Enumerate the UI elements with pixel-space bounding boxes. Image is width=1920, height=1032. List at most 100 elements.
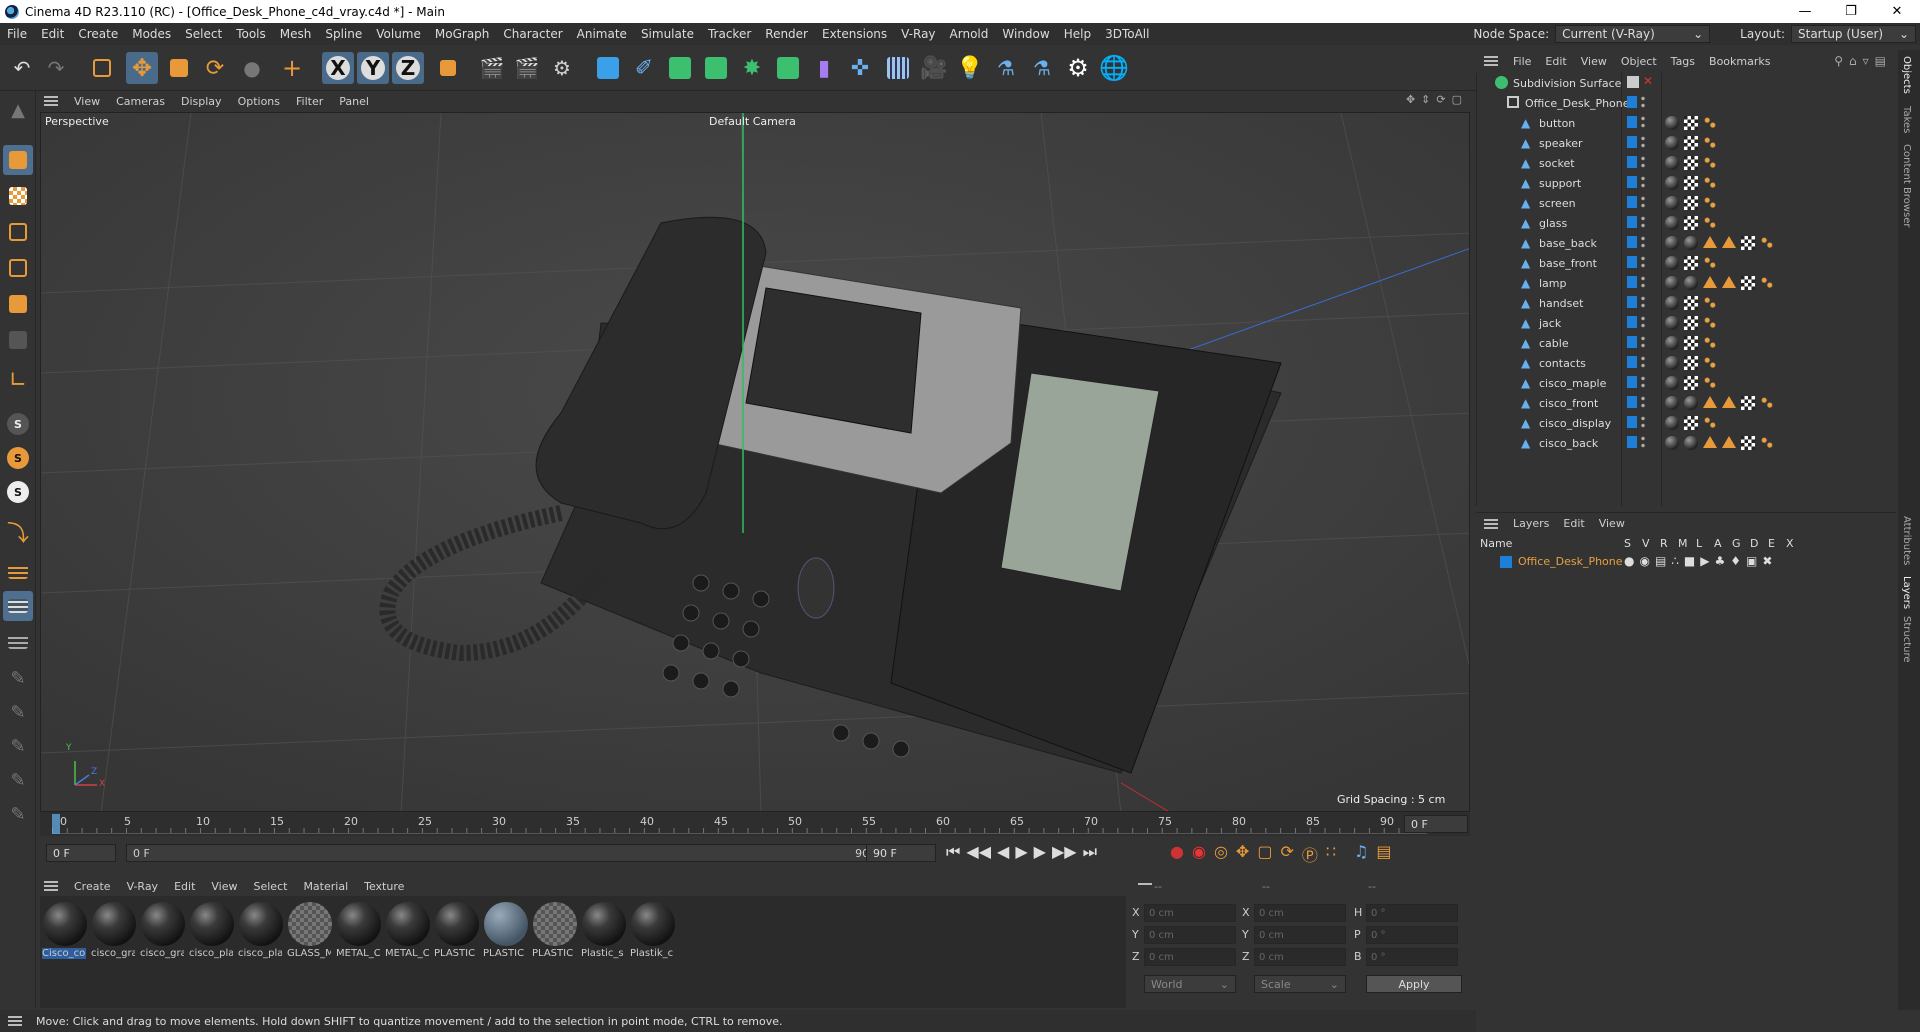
- snap-settings-button[interactable]: S: [3, 443, 33, 473]
- viewport-menu-display[interactable]: Display: [173, 95, 230, 108]
- uvw-tag-icon[interactable]: [1684, 216, 1698, 230]
- side-tab-attributes[interactable]: Attributes: [1901, 516, 1912, 565]
- visibility-toggle-icon[interactable]: [1627, 376, 1637, 388]
- material-tag-icon[interactable]: [1665, 376, 1679, 390]
- layer-menu-view[interactable]: View: [1592, 517, 1632, 530]
- layer-toggle-icons[interactable]: ●◉▤∴■▶♣♦▣✖: [1624, 554, 1777, 568]
- material-tag-icon[interactable]: [1665, 236, 1679, 250]
- phong-tag-icon[interactable]: [1760, 396, 1774, 410]
- material-tag-icon[interactable]: [1684, 396, 1698, 410]
- grid-button[interactable]: [3, 591, 33, 621]
- next-frame-icon[interactable]: ▶: [1034, 842, 1046, 862]
- key-scale-icon[interactable]: ▢: [1257, 842, 1272, 866]
- menu-tools[interactable]: Tools: [229, 27, 273, 41]
- viewport-menu-cameras[interactable]: Cameras: [108, 95, 173, 108]
- object-name[interactable]: glass: [1539, 217, 1567, 230]
- object-name[interactable]: handset: [1539, 297, 1583, 310]
- cube-button[interactable]: [592, 52, 624, 84]
- editor-render-dots-icon[interactable]: [1641, 435, 1645, 449]
- object-row-root[interactable]: Subdivision Surface ✕: [1477, 73, 1897, 93]
- object-row[interactable]: ▲ base_back: [1477, 233, 1897, 253]
- phong-tag-icon[interactable]: [1703, 376, 1717, 390]
- material-swatch[interactable]: Plastic_s: [581, 902, 627, 960]
- coordinate-mode-dropdown[interactable]: World ⌄: [1144, 975, 1236, 993]
- uvw-tag-icon[interactable]: [1684, 296, 1698, 310]
- menu-tracker[interactable]: Tracker: [701, 27, 758, 41]
- sculpt-button[interactable]: ✎: [3, 697, 33, 727]
- uvw-tag-icon[interactable]: [1684, 196, 1698, 210]
- model-mode-button[interactable]: [3, 145, 33, 175]
- editor-render-dots-icon[interactable]: [1641, 115, 1645, 129]
- next-key-icon[interactable]: ▶▶: [1052, 842, 1077, 862]
- start-frame-field[interactable]: 0 F: [46, 844, 116, 862]
- timeline-window-icon[interactable]: ▤: [1376, 842, 1391, 866]
- playhead[interactable]: [52, 814, 60, 834]
- object-row[interactable]: ▲ speaker: [1477, 133, 1897, 153]
- menu-arnold[interactable]: Arnold: [943, 27, 996, 41]
- render-picture-viewer-button[interactable]: 🎬: [511, 52, 543, 84]
- material-menu-create[interactable]: Create: [66, 880, 119, 893]
- selection-tag-icon[interactable]: [1703, 236, 1717, 248]
- disable-x-icon[interactable]: ✕: [1643, 74, 1653, 88]
- point-mode-button[interactable]: [3, 217, 33, 247]
- uvw-tag-icon[interactable]: [1684, 116, 1698, 130]
- menu-select[interactable]: Select: [178, 27, 229, 41]
- object-name[interactable]: support: [1539, 177, 1581, 190]
- joint-button[interactable]: ✎: [3, 799, 33, 829]
- menu-file[interactable]: File: [0, 27, 34, 41]
- viewport-menu-panel[interactable]: Panel: [331, 95, 377, 108]
- material-tag-icon[interactable]: [1665, 176, 1679, 190]
- material-tag-icon[interactable]: [1665, 336, 1679, 350]
- hamburger-icon[interactable]: [1484, 56, 1498, 66]
- previous-frame-icon[interactable]: ◀: [997, 842, 1009, 862]
- menu-mograph[interactable]: MoGraph: [428, 27, 497, 41]
- material-swatch[interactable]: PLASTIC: [483, 902, 529, 960]
- uvw-tag-icon[interactable]: [1684, 256, 1698, 270]
- object-name[interactable]: contacts: [1539, 357, 1586, 370]
- object-menu-view[interactable]: View: [1574, 55, 1614, 68]
- phong-tag-icon[interactable]: [1703, 296, 1717, 310]
- snap-button[interactable]: S: [3, 409, 33, 439]
- object-row[interactable]: ▲ jack: [1477, 313, 1897, 333]
- selection-tag-icon[interactable]: [1722, 276, 1736, 288]
- editor-render-dots-icon[interactable]: [1641, 195, 1645, 209]
- uvw-tag-icon[interactable]: [1741, 436, 1755, 450]
- selection-tag-icon[interactable]: [1722, 436, 1736, 448]
- material-swatch[interactable]: cisco_pla: [238, 902, 284, 960]
- uvw-tag-icon[interactable]: [1741, 236, 1755, 250]
- floor-button[interactable]: [882, 52, 914, 84]
- position-z-field[interactable]: 0 cm: [1144, 948, 1236, 966]
- material-swatch[interactable]: Plastik_c: [630, 902, 676, 960]
- editor-render-dots-icon[interactable]: [1641, 175, 1645, 189]
- editor-render-dots-icon[interactable]: [1641, 155, 1645, 169]
- selection-tag-icon[interactable]: [1722, 396, 1736, 408]
- menu-animate[interactable]: Animate: [570, 27, 634, 41]
- field-button[interactable]: ✜: [844, 52, 876, 84]
- editor-render-dots-icon[interactable]: [1641, 395, 1645, 409]
- timeline-ruler[interactable]: 0 5 10 15 20 25 30 35 40 45 50 55 60 65 …: [40, 812, 1470, 836]
- visibility-toggle-icon[interactable]: [1627, 436, 1637, 448]
- uvw-tag-icon[interactable]: [1684, 336, 1698, 350]
- menu-create[interactable]: Create: [71, 27, 125, 41]
- object-manager-tools[interactable]: ⚲⌂▿▤: [1834, 54, 1892, 68]
- material-swatch[interactable]: Cisco_co: [42, 902, 88, 960]
- object-name[interactable]: speaker: [1539, 137, 1583, 150]
- object-name[interactable]: cisco_maple: [1539, 377, 1606, 390]
- phong-tag-icon[interactable]: [1760, 236, 1774, 250]
- object-name[interactable]: Subdivision Surface: [1513, 77, 1621, 90]
- side-tab-content-browser[interactable]: Content Browser: [1901, 144, 1912, 227]
- object-row[interactable]: ▲ handset: [1477, 293, 1897, 313]
- rotation-p-field[interactable]: 0 °: [1366, 926, 1458, 944]
- go-to-end-icon[interactable]: ⏭: [1083, 842, 1097, 862]
- layer-color-swatch[interactable]: [1500, 556, 1512, 568]
- material-menu-select[interactable]: Select: [246, 880, 296, 893]
- uvw-tag-icon[interactable]: [1684, 416, 1698, 430]
- y-axis-lock-button[interactable]: Y: [357, 52, 389, 84]
- material-tag-icon[interactable]: [1665, 316, 1679, 330]
- uvw-tag-icon[interactable]: [1684, 356, 1698, 370]
- hamburger-icon[interactable]: [44, 881, 58, 891]
- selection-tag-icon[interactable]: [1703, 436, 1717, 448]
- phong-tag-icon[interactable]: [1760, 436, 1774, 450]
- object-row[interactable]: ▲ screen: [1477, 193, 1897, 213]
- size-mode-dropdown[interactable]: Scale ⌄: [1254, 975, 1346, 993]
